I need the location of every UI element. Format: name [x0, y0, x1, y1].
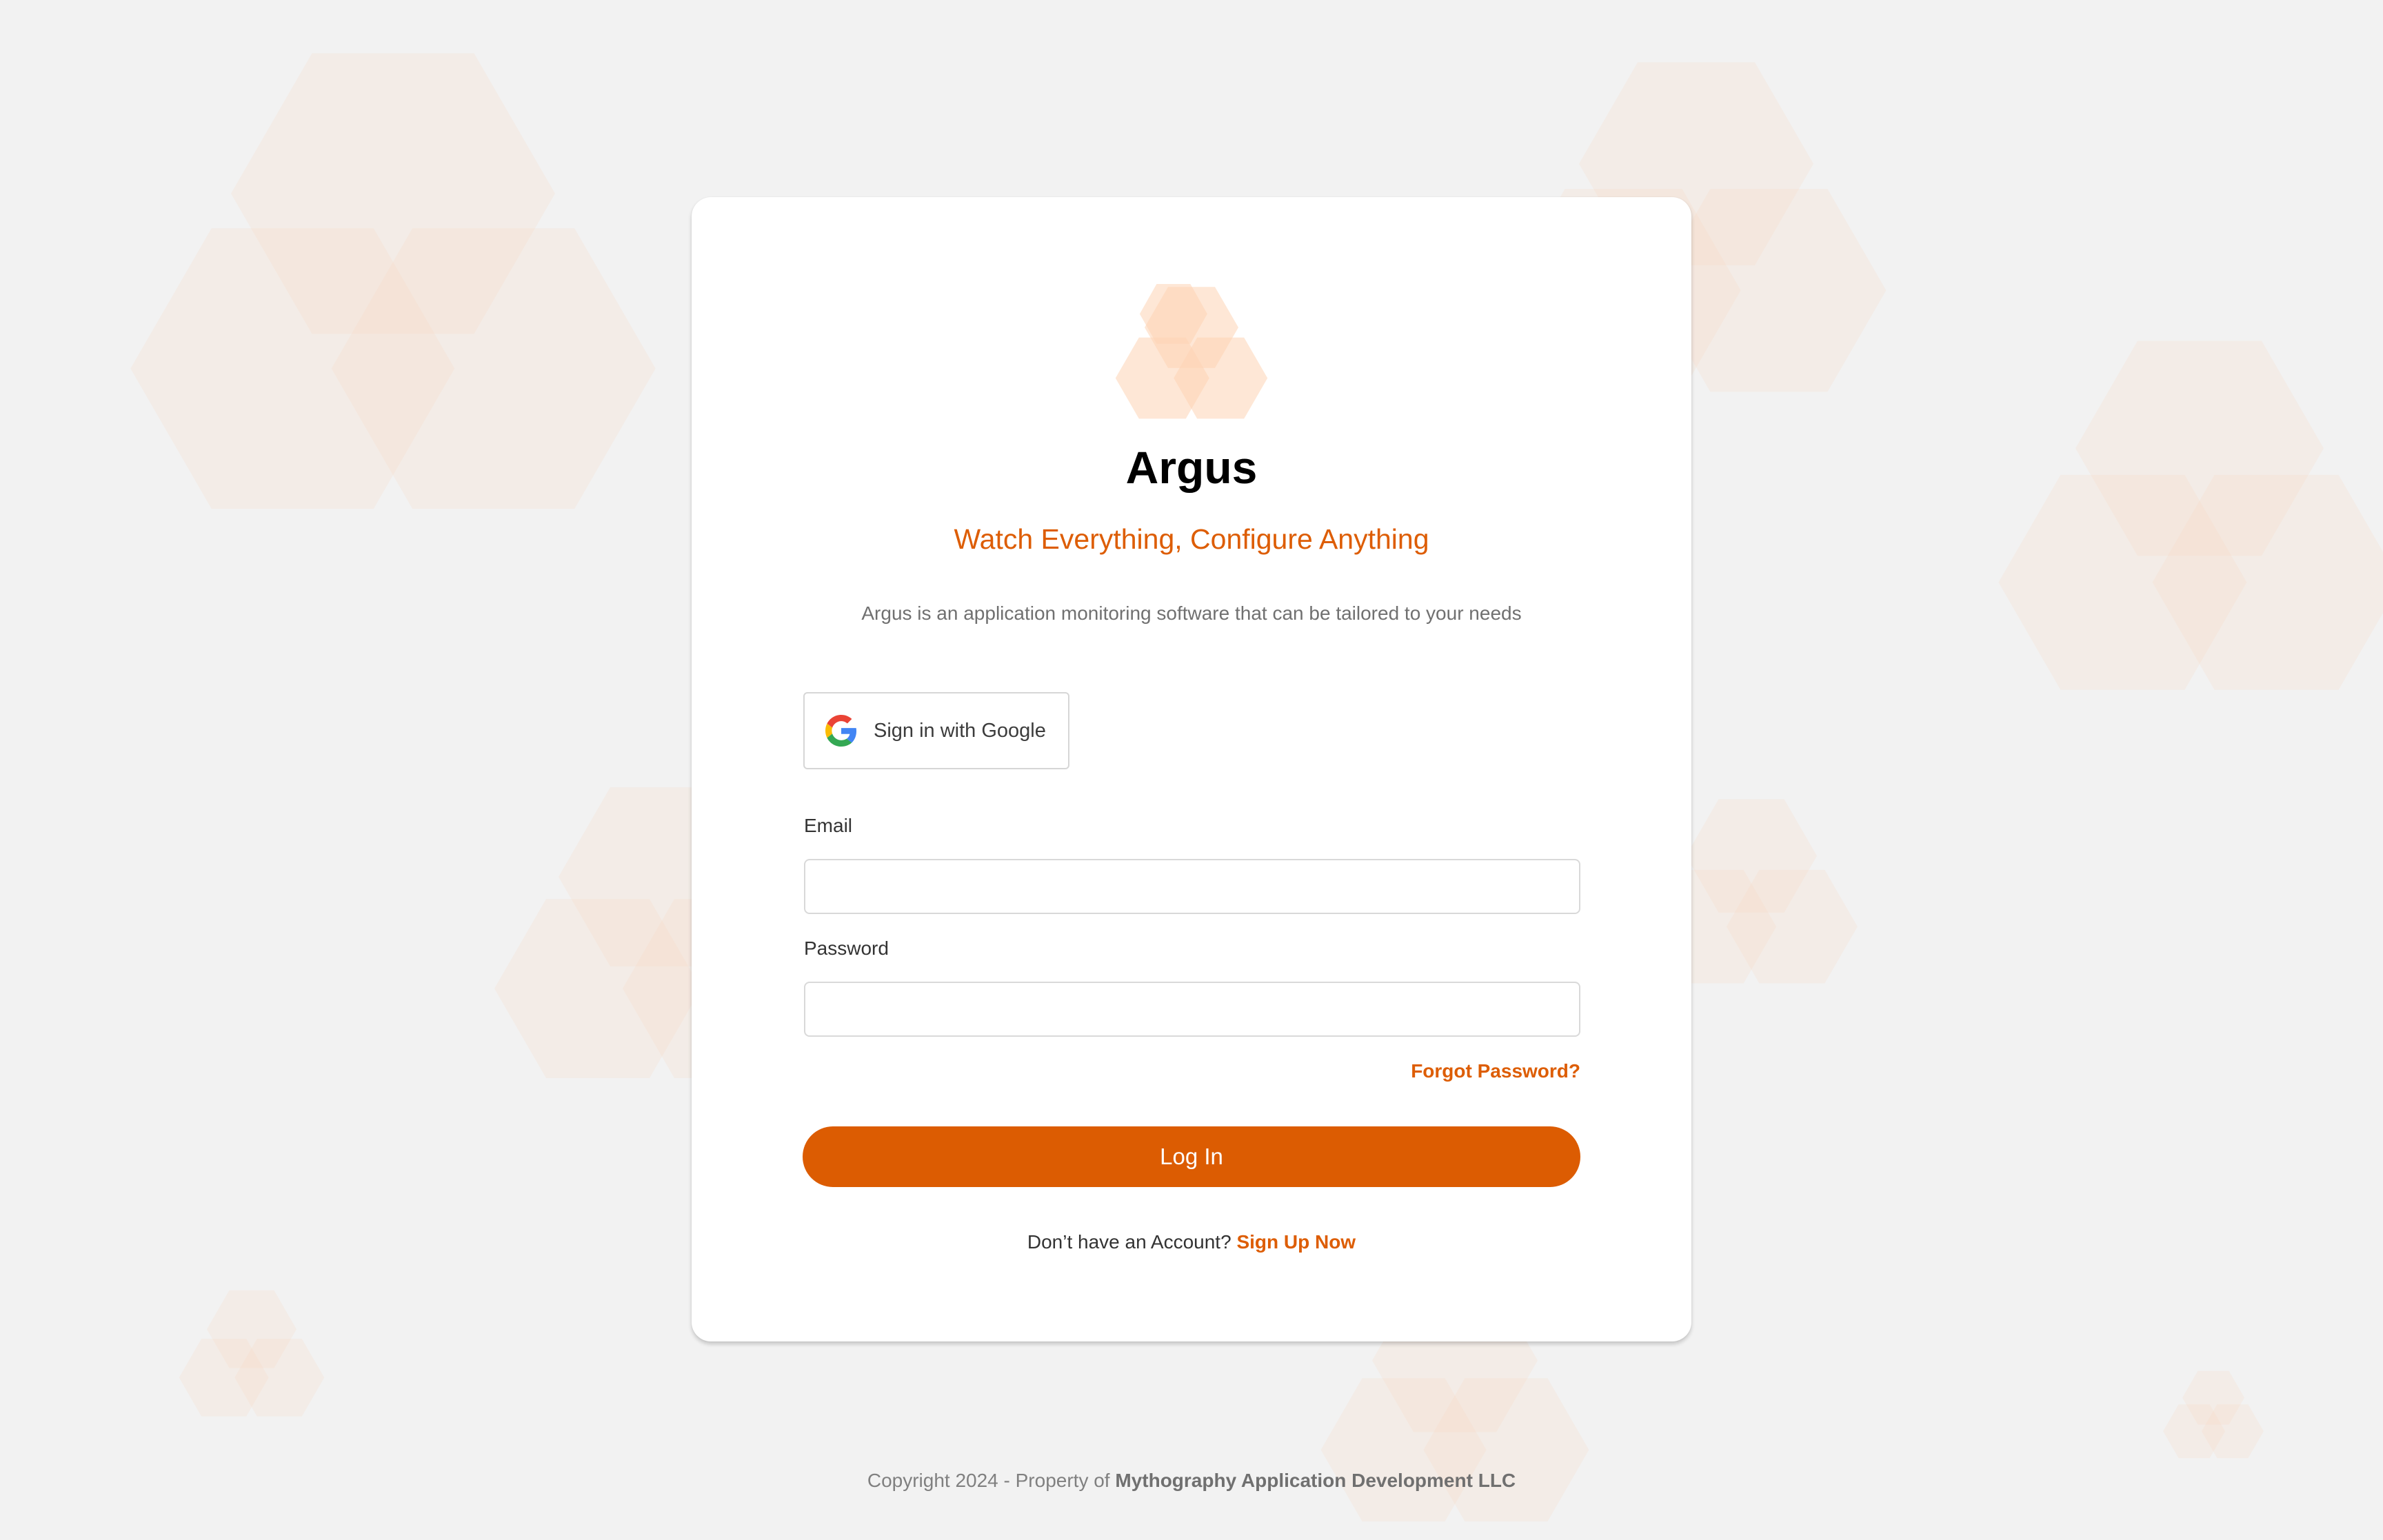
- email-label: Email: [804, 815, 853, 836]
- argus-logo-icon: [1115, 284, 1268, 419]
- copyright-text: Copyright 2024 - Property of: [867, 1470, 1110, 1491]
- login-button[interactable]: Log In: [803, 1126, 1580, 1187]
- footer-copyright: Copyright 2024 - Property of Mythography…: [0, 1468, 2383, 1493]
- email-field[interactable]: [804, 859, 1580, 914]
- signup-prompt-text: Don’t have an Account?: [1027, 1231, 1231, 1253]
- password-label: Password: [804, 938, 889, 959]
- forgot-password-link[interactable]: Forgot Password?: [1411, 1059, 1580, 1084]
- google-signin-label: Sign in with Google: [874, 719, 1046, 742]
- app-description: Argus is an application monitoring softw…: [861, 602, 1522, 624]
- password-field[interactable]: [804, 982, 1580, 1037]
- signup-link[interactable]: Sign Up Now: [1236, 1231, 1356, 1253]
- app-title: Argus: [1125, 442, 1258, 493]
- google-signin-button[interactable]: Sign in with Google: [803, 692, 1069, 769]
- app-tagline: Watch Everything, Configure Anything: [954, 523, 1429, 555]
- google-g-icon: [825, 715, 857, 747]
- signup-prompt-row: Don’t have an Account? Sign Up Now: [692, 1230, 1691, 1255]
- company-name: Mythography Application Development LLC: [1115, 1470, 1516, 1491]
- login-card: Argus Watch Everything, Configure Anythi…: [692, 197, 1691, 1341]
